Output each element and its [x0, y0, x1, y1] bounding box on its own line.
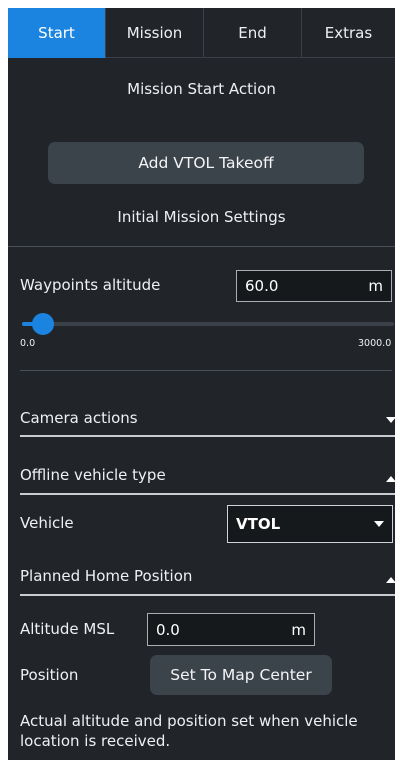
- tab-mission-label: Mission: [126, 23, 183, 42]
- altitude-slider-track[interactable]: [22, 322, 394, 326]
- caret-up-icon: [386, 476, 395, 482]
- waypoints-altitude-label: Waypoints altitude: [20, 276, 161, 294]
- position-info-text: Actual altitude and position set when ve…: [20, 712, 358, 750]
- planned-home-position-label: Planned Home Position: [20, 567, 193, 585]
- vehicle-select[interactable]: VTOL: [227, 505, 393, 543]
- plan-panel: Start Mission End Extras Mission Start A…: [8, 8, 395, 760]
- tab-end-label: End: [238, 23, 267, 42]
- camera-actions-section[interactable]: Camera actions: [8, 403, 395, 435]
- altitude-slider-handle[interactable]: [32, 313, 54, 335]
- position-label: Position: [20, 666, 79, 684]
- chevron-down-icon: [374, 521, 384, 527]
- divider: [8, 246, 395, 247]
- section-divider: [20, 493, 395, 495]
- vehicle-select-value: VTOL: [236, 515, 281, 533]
- tab-extras[interactable]: Extras: [302, 8, 395, 58]
- waypoints-altitude-value: 60.0: [245, 277, 279, 295]
- altitude-msl-field[interactable]: 0.0 m: [147, 613, 315, 646]
- altitude-msl-label: Altitude MSL: [20, 620, 115, 638]
- tab-bar: Start Mission End Extras: [8, 8, 395, 58]
- slider-min-label: 0.0: [20, 338, 36, 349]
- tab-start[interactable]: Start: [8, 8, 106, 58]
- caret-up-icon: [386, 577, 395, 583]
- planned-home-position-section[interactable]: Planned Home Position: [8, 561, 395, 593]
- waypoints-altitude-unit: m: [368, 277, 383, 295]
- altitude-msl-value: 0.0: [156, 620, 180, 639]
- caret-down-icon: [386, 417, 395, 423]
- divider: [20, 370, 392, 371]
- camera-actions-label: Camera actions: [20, 409, 138, 427]
- tab-end[interactable]: End: [204, 8, 302, 58]
- mission-start-action-title: Mission Start Action: [127, 80, 276, 98]
- slider-max-label: 3000.0: [358, 338, 392, 349]
- waypoints-altitude-field[interactable]: 60.0 m: [236, 270, 392, 302]
- offline-vehicle-type-label: Offline vehicle type: [20, 466, 166, 484]
- tab-extras-label: Extras: [324, 23, 373, 42]
- section-divider: [20, 594, 395, 596]
- tab-mission[interactable]: Mission: [106, 8, 204, 58]
- tab-start-label: Start: [38, 23, 75, 42]
- vehicle-label: Vehicle: [20, 514, 74, 532]
- initial-mission-settings-title: Initial Mission Settings: [117, 208, 286, 226]
- altitude-msl-unit: m: [291, 620, 306, 639]
- set-to-map-center-button[interactable]: Set To Map Center: [150, 655, 332, 695]
- section-divider: [20, 435, 395, 437]
- add-vtol-takeoff-button[interactable]: Add VTOL Takeoff: [48, 142, 364, 184]
- offline-vehicle-type-section[interactable]: Offline vehicle type: [8, 460, 395, 492]
